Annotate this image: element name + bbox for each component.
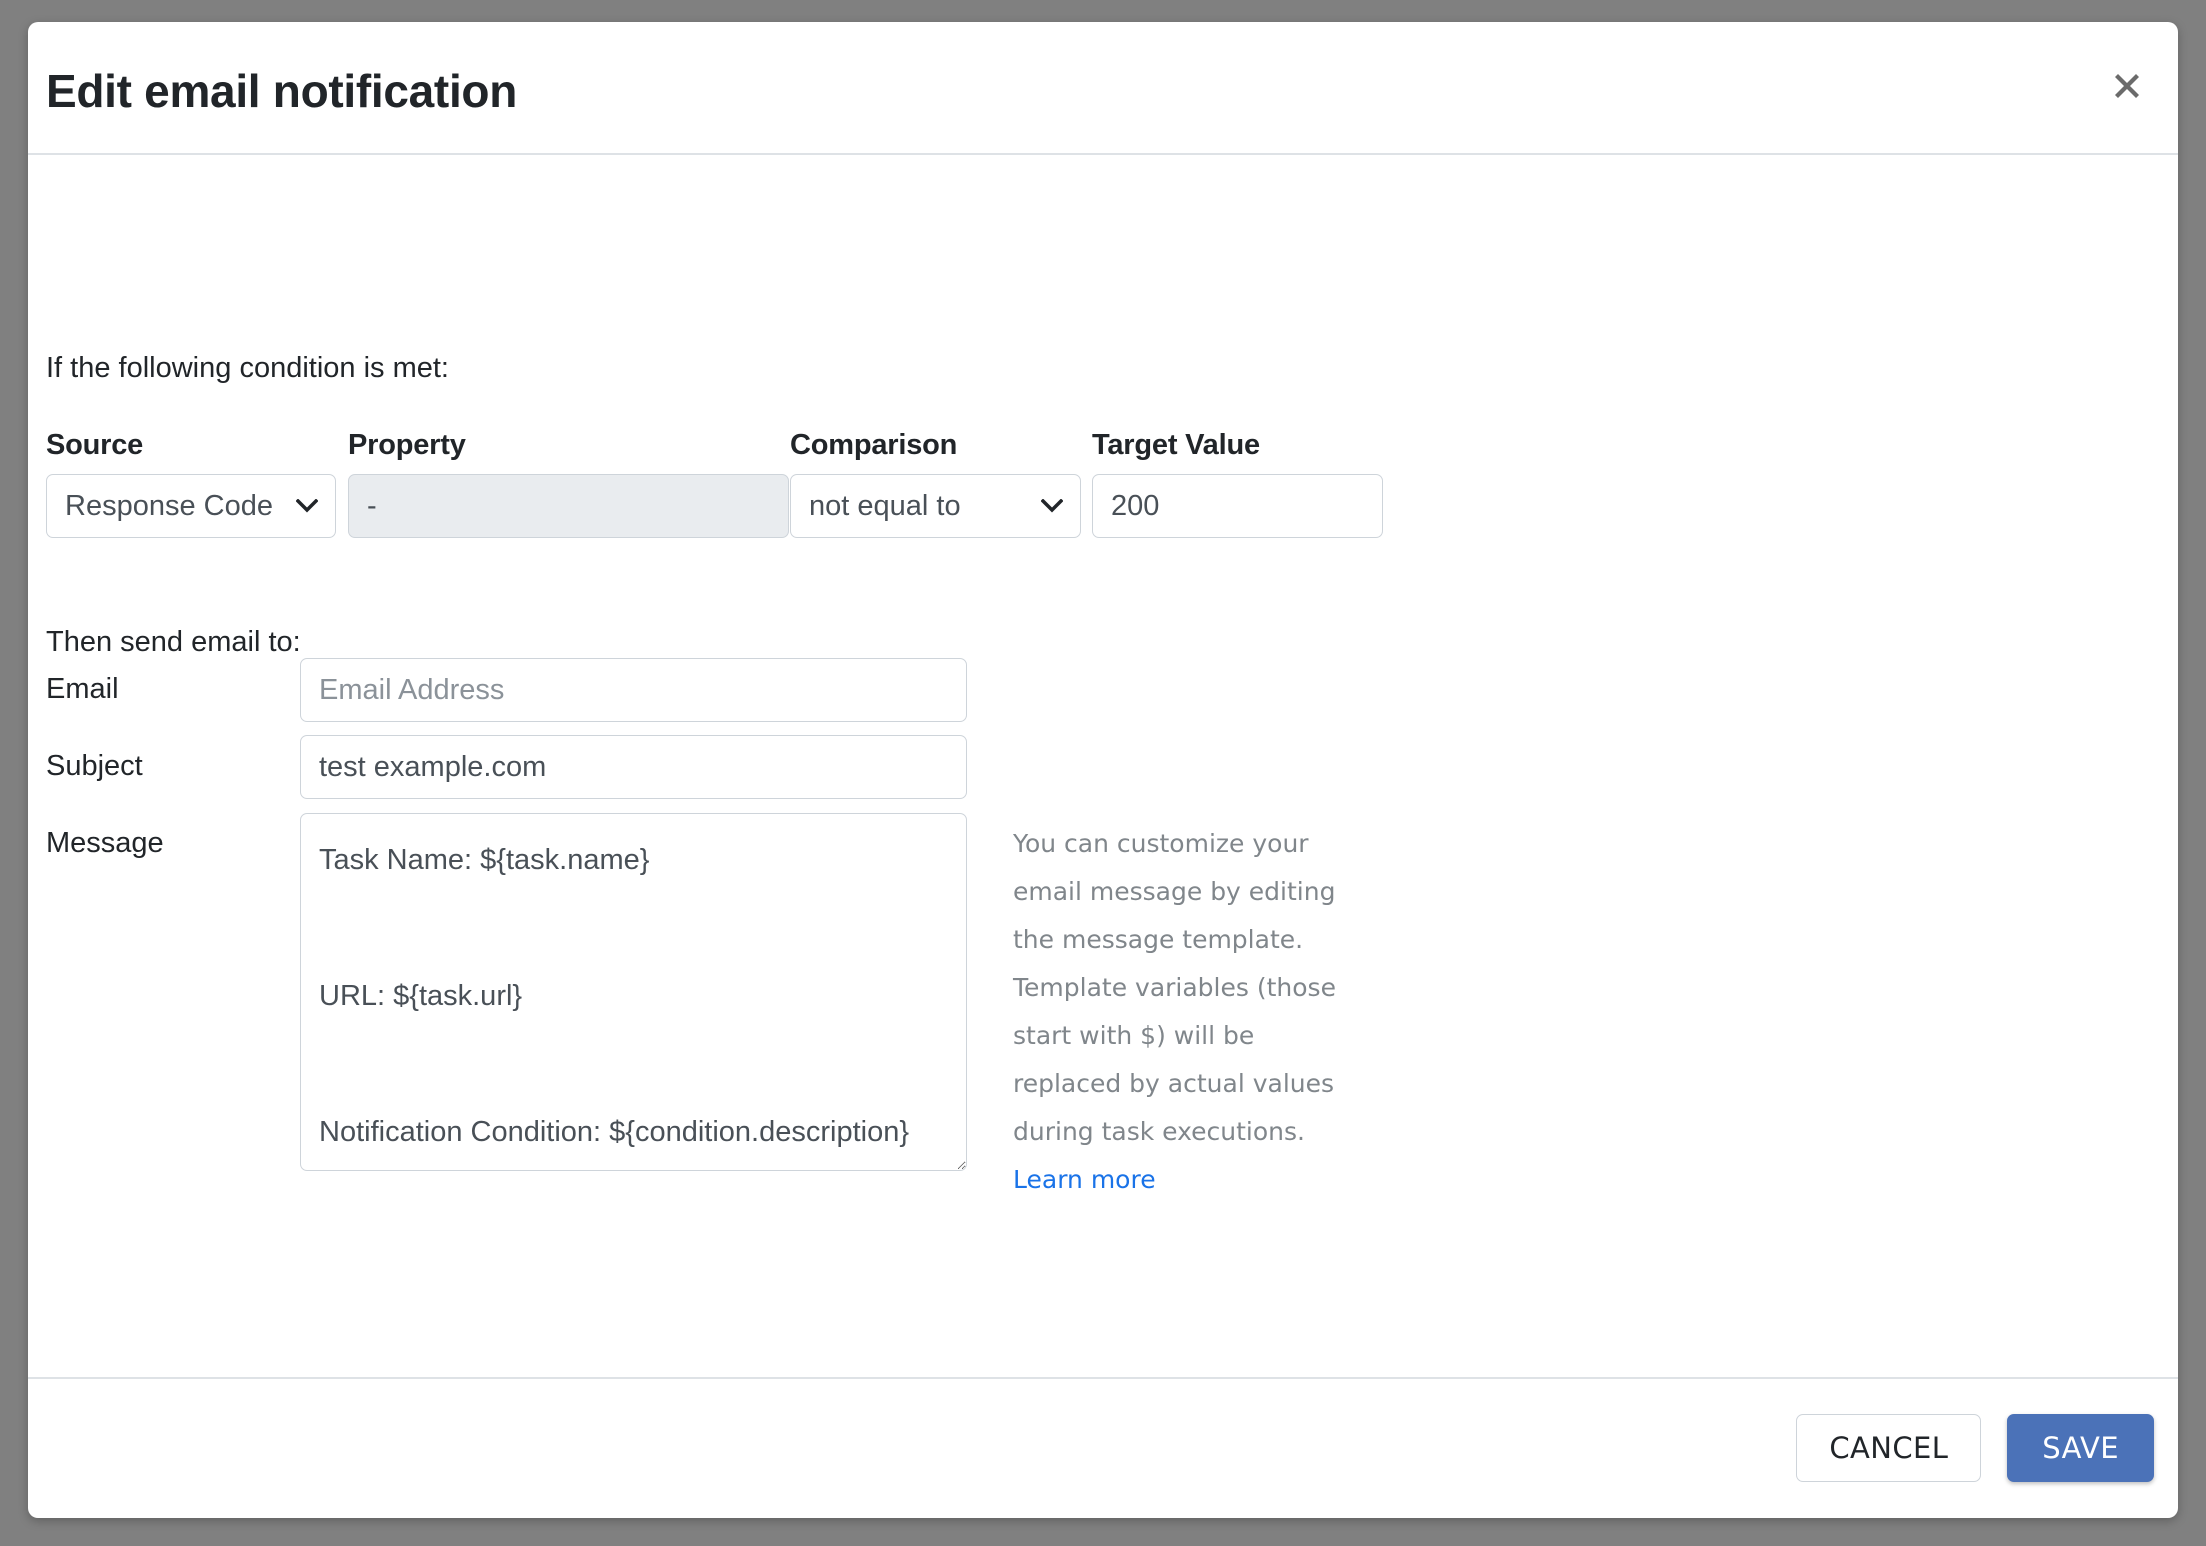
close-icon-button[interactable] [2101, 60, 2153, 112]
message-help-text: You can customize your email message by … [1013, 820, 1343, 1204]
send-email-intro-text: Then send email to: [46, 626, 301, 658]
dialog-header: Edit email notification [28, 22, 2178, 155]
comparison-label: Comparison [790, 429, 958, 461]
source-select-wrap: Response Code [46, 474, 336, 538]
comparison-field-group: Comparison not equal to [790, 429, 1081, 538]
cancel-button[interactable]: CANCEL [1796, 1413, 1982, 1482]
message-label: Message [46, 827, 164, 859]
comparison-select[interactable]: not equal to [790, 474, 1081, 538]
message-help-body: You can customize your email message by … [1013, 829, 1336, 1146]
source-field-group: Source Response Code [46, 429, 336, 538]
target-value-field-group: Target Value [1092, 429, 1383, 538]
email-input[interactable] [300, 658, 967, 722]
subject-input[interactable] [300, 735, 967, 799]
dialog-title: Edit email notification [46, 65, 518, 117]
source-select[interactable]: Response Code [46, 474, 336, 538]
property-label: Property [348, 429, 466, 461]
message-textarea[interactable]: Task Name: ${task.name} URL: ${task.url}… [300, 813, 967, 1171]
learn-more-link[interactable]: Learn more [1013, 1165, 1156, 1194]
save-button[interactable]: SAVE [2007, 1413, 2154, 1482]
dialog-footer: CANCEL SAVE [28, 1377, 2178, 1516]
target-value-input[interactable] [1092, 474, 1383, 538]
property-field-group: Property [348, 429, 789, 538]
close-icon [2110, 69, 2144, 103]
dialog-body: If the following condition is met: Sourc… [28, 155, 2178, 1377]
condition-intro-text: If the following condition is met: [46, 352, 449, 384]
edit-email-notification-dialog: Edit email notification If the following… [28, 22, 2178, 1518]
email-field-wrap [300, 658, 967, 722]
subject-label: Subject [46, 750, 143, 782]
target-value-label: Target Value [1092, 429, 1260, 461]
subject-field-wrap [300, 735, 967, 799]
property-input [348, 474, 789, 538]
message-field-wrap: Task Name: ${task.name} URL: ${task.url}… [300, 813, 967, 1176]
source-label: Source [46, 429, 144, 461]
comparison-select-wrap: not equal to [790, 474, 1081, 538]
email-label: Email [46, 673, 119, 705]
